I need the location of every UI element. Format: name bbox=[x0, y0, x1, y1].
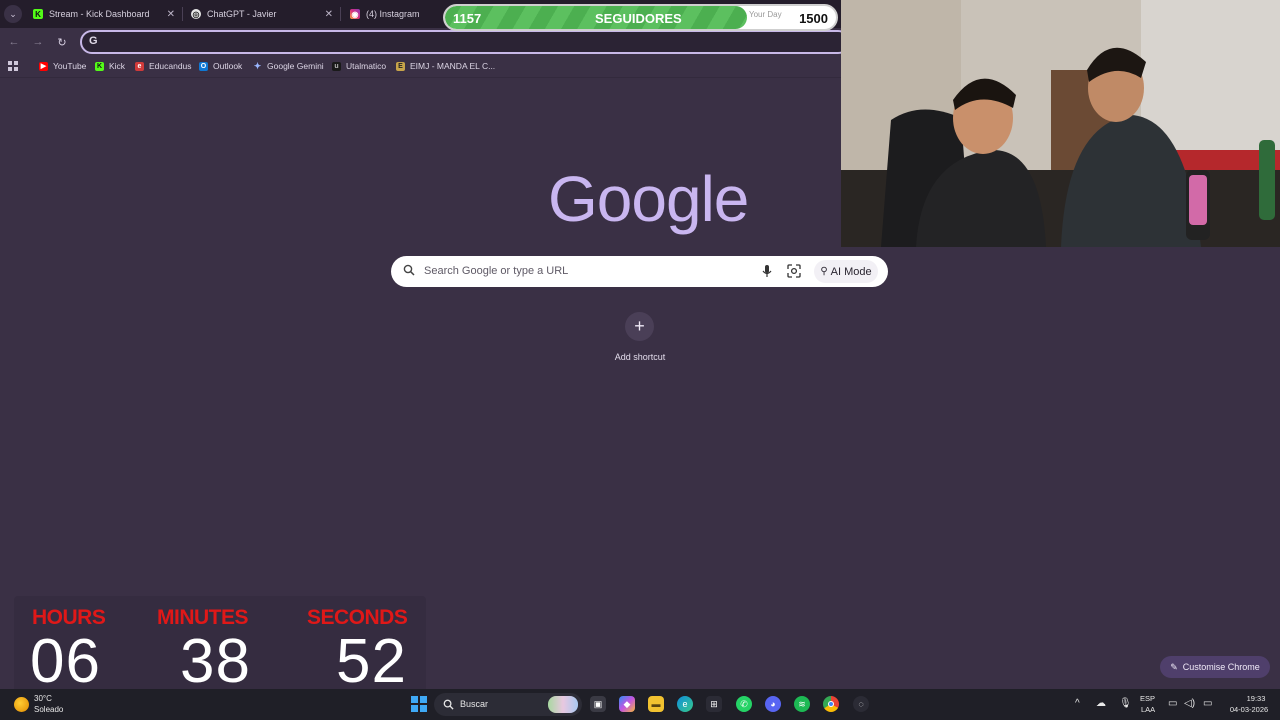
tab-divider bbox=[340, 7, 341, 21]
obs-icon[interactable]: ◌ bbox=[853, 696, 869, 712]
search-placeholder: Search Google or type a URL bbox=[424, 265, 569, 277]
bookmark-label: Kick bbox=[109, 61, 126, 71]
tab-kick-dashboard[interactable]: K Stream - Kick Dashboard ✕ bbox=[33, 3, 175, 25]
google-lens-icon[interactable] bbox=[787, 264, 801, 278]
microphone-icon[interactable] bbox=[761, 264, 773, 278]
youtube-icon: ▶ bbox=[39, 61, 48, 71]
tab-label: (4) Instagram bbox=[366, 9, 420, 19]
tab-search-icon[interactable]: ⌄ bbox=[4, 5, 22, 23]
forward-arrow-icon[interactable]: → bbox=[30, 34, 46, 50]
bookmark-youtube[interactable]: ▶ YouTube bbox=[39, 61, 86, 71]
goal-target: 1500 bbox=[799, 11, 828, 26]
close-icon[interactable]: ✕ bbox=[325, 9, 333, 20]
bookmark-gemini[interactable]: ✦ Google Gemini bbox=[253, 60, 324, 72]
instagram-icon: ◉ bbox=[350, 9, 360, 19]
kick-icon: K bbox=[33, 9, 43, 19]
copilot-icon[interactable]: ◆ bbox=[619, 696, 635, 712]
back-arrow-icon[interactable]: ← bbox=[6, 34, 22, 50]
timer-minutes-value: 38 bbox=[180, 627, 251, 696]
clock-date[interactable]: 04-03-2026 bbox=[1224, 705, 1274, 714]
battery-icon[interactable]: ▭ bbox=[1203, 698, 1212, 709]
microphone-tray-icon[interactable]: 🎙 bbox=[1119, 698, 1132, 709]
webcam-image bbox=[841, 0, 1280, 247]
customise-chrome-button[interactable]: ✎ Customise Chrome bbox=[1160, 656, 1270, 678]
tab-divider bbox=[182, 7, 183, 21]
bookmark-label: Outlook bbox=[213, 61, 243, 71]
weather-temp: 30°C bbox=[34, 694, 52, 703]
edge-icon[interactable]: e bbox=[677, 696, 693, 712]
weather-description: Soleado bbox=[34, 705, 64, 714]
ai-mode-label: AI Mode bbox=[830, 265, 872, 278]
task-view-icon[interactable]: ▣ bbox=[590, 696, 606, 712]
webcam-feed bbox=[841, 0, 1280, 247]
follower-goal-bar: 1157 SEGUIDORES Your Day 1500 bbox=[443, 4, 838, 31]
educandus-icon: e bbox=[135, 61, 144, 71]
bookmark-eimj[interactable]: E EIMJ - MANDA EL C... bbox=[396, 61, 495, 71]
clock-time[interactable]: 19:33 bbox=[1236, 694, 1276, 703]
bookmark-outlook[interactable]: O Outlook bbox=[199, 61, 242, 71]
bookmark-kick[interactable]: K Kick bbox=[95, 61, 125, 71]
bookmark-label: Utalmatico bbox=[346, 61, 387, 71]
add-shortcut-label: Add shortcut bbox=[614, 352, 666, 362]
language-bottom[interactable]: LAA bbox=[1141, 705, 1155, 714]
bookmark-label: Educandus bbox=[149, 61, 192, 71]
address-bar[interactable]: G bbox=[80, 30, 850, 54]
ai-search-icon: ⚲ bbox=[820, 266, 828, 277]
search-highlight-icon bbox=[548, 696, 578, 713]
reload-icon[interactable]: ↻ bbox=[54, 34, 70, 50]
countdown-timer: HOURS MINUTES SECONDS 06 38 52 bbox=[14, 596, 426, 696]
google-logo: Google bbox=[548, 163, 749, 235]
language-top[interactable]: ESP bbox=[1140, 694, 1155, 703]
windows-start-icon[interactable] bbox=[411, 696, 427, 712]
utalmatico-icon: u bbox=[332, 61, 341, 71]
weather-sun-icon[interactable] bbox=[14, 697, 29, 712]
gemini-icon: ✦ bbox=[253, 60, 262, 71]
add-shortcut-button[interactable]: + bbox=[625, 312, 654, 341]
search-icon bbox=[403, 264, 415, 276]
taskbar-search-label: Buscar bbox=[460, 699, 489, 709]
microsoft-store-icon[interactable]: ⊞ bbox=[706, 696, 722, 712]
timer-seconds-value: 52 bbox=[336, 627, 407, 696]
search-icon bbox=[443, 699, 454, 710]
customise-label: Customise Chrome bbox=[1182, 662, 1260, 672]
monitor-icon[interactable]: ▭ bbox=[1168, 698, 1177, 709]
tab-instagram[interactable]: ◉ (4) Instagram bbox=[350, 3, 440, 25]
chatgpt-icon: ◎ bbox=[191, 9, 201, 19]
cloud-icon[interactable]: ☁ bbox=[1096, 698, 1106, 709]
taskbar-search[interactable]: Buscar bbox=[434, 693, 582, 716]
search-box[interactable]: Search Google or type a URL ⚲ AI Mode bbox=[391, 256, 888, 287]
spotify-icon[interactable]: ≋ bbox=[794, 696, 810, 712]
close-icon[interactable]: ✕ bbox=[167, 9, 175, 20]
goal-label: SEGUIDORES bbox=[595, 11, 682, 26]
pencil-icon: ✎ bbox=[1170, 661, 1178, 672]
whatsapp-icon[interactable]: ✆ bbox=[736, 696, 752, 712]
goal-current: 1157 bbox=[453, 11, 482, 26]
volume-icon[interactable]: ◁) bbox=[1184, 698, 1195, 709]
bookmark-label: EIMJ - MANDA EL C... bbox=[410, 61, 496, 71]
chevron-up-icon[interactable]: ^ bbox=[1075, 698, 1080, 709]
chrome-icon[interactable] bbox=[823, 696, 839, 712]
tab-label: ChatGPT - Javier bbox=[207, 9, 277, 19]
kick-icon: K bbox=[95, 61, 104, 71]
bookmark-educandus[interactable]: e Educandus bbox=[135, 61, 192, 71]
apps-grid-icon[interactable] bbox=[8, 61, 18, 71]
goal-subtitle: Your Day bbox=[749, 10, 782, 19]
timer-hours-value: 06 bbox=[30, 627, 101, 696]
discord-icon[interactable]: ◕ bbox=[765, 696, 781, 712]
bookmark-label: Google Gemini bbox=[267, 61, 324, 71]
plus-icon: + bbox=[634, 316, 645, 336]
outlook-icon: O bbox=[199, 61, 208, 71]
tab-chatgpt[interactable]: ◎ ChatGPT - Javier ✕ bbox=[191, 3, 333, 25]
ai-mode-button[interactable]: ⚲ AI Mode bbox=[814, 260, 878, 283]
bookmark-label: YouTube bbox=[53, 61, 87, 71]
bookmark-utalmatico[interactable]: u Utalmatico bbox=[332, 61, 386, 71]
eimj-icon: E bbox=[396, 61, 405, 71]
file-explorer-icon[interactable]: ▬ bbox=[648, 696, 664, 712]
google-icon: G bbox=[89, 35, 98, 47]
tab-label: Stream - Kick Dashboard bbox=[49, 9, 150, 19]
taskbar: 30°C Soleado Buscar ▣ ◆ ▬ e ⊞ ✆ ◕ ≋ ◌ ^ … bbox=[0, 689, 1280, 720]
